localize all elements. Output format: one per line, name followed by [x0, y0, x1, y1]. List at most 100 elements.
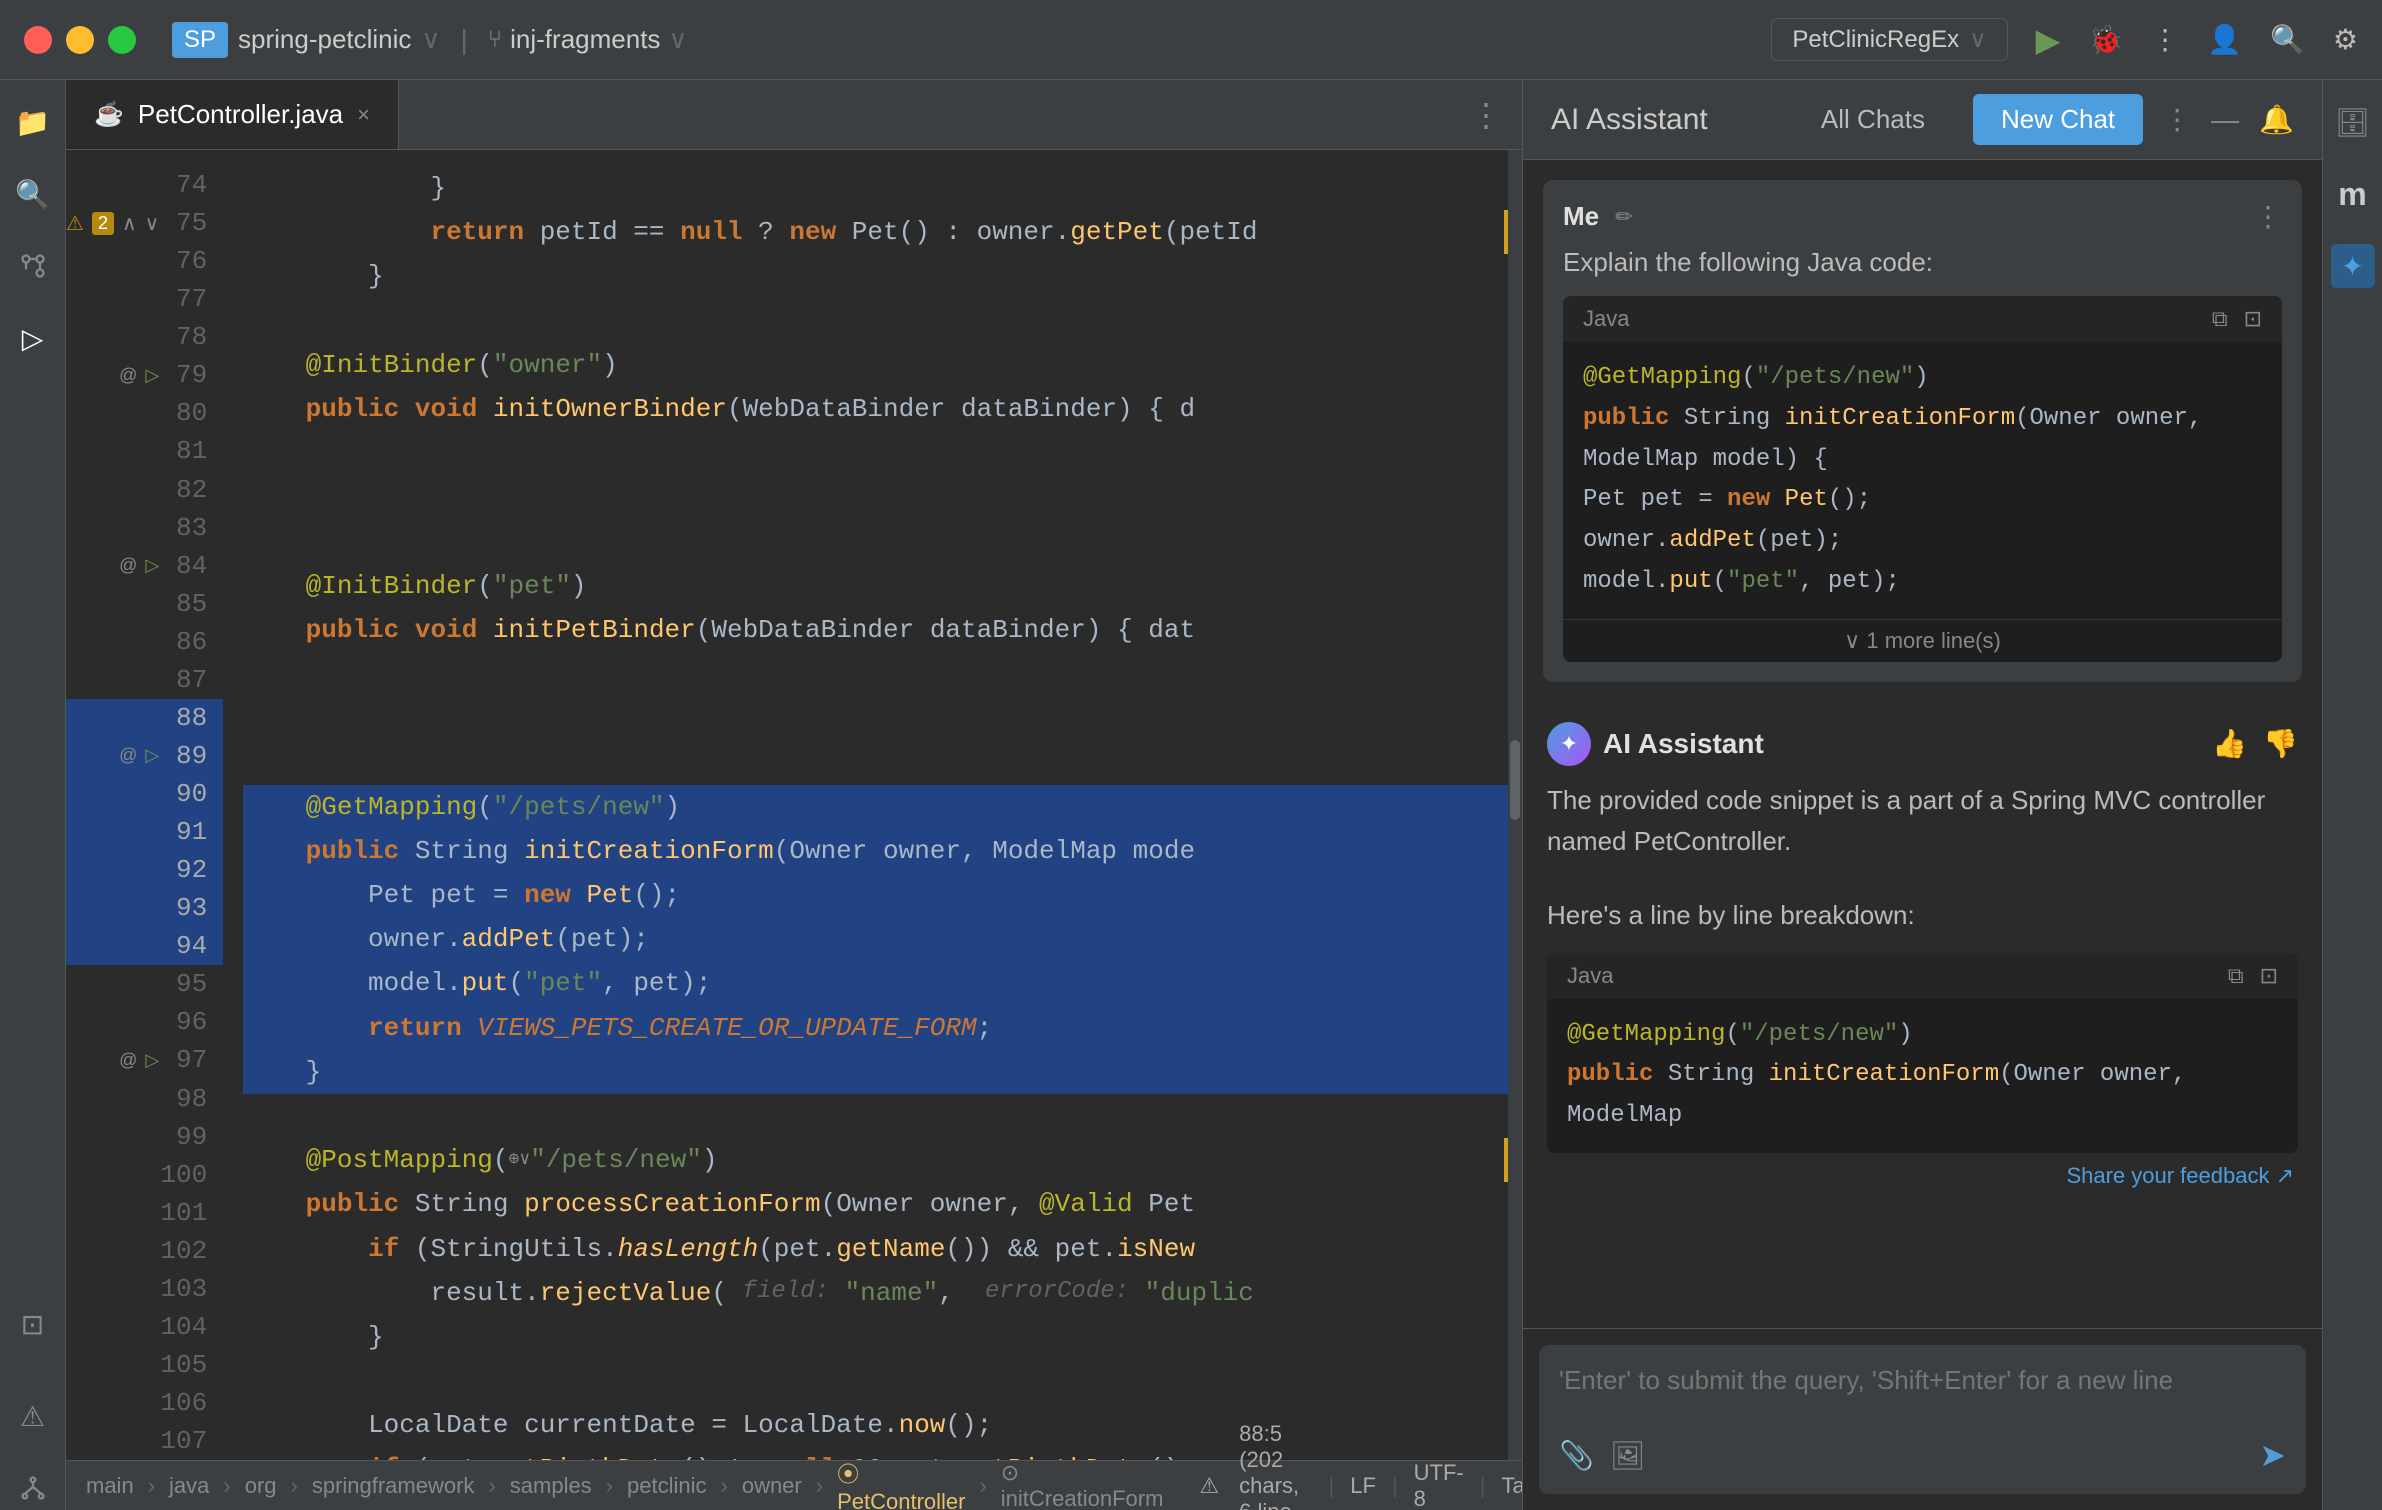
editor-scrollbar[interactable] [1508, 150, 1522, 1460]
minimize-button[interactable] [66, 26, 94, 54]
gutter-104: 104 [66, 1308, 223, 1346]
sidebar-folder-icon[interactable]: 📁 [11, 100, 55, 144]
search-icon[interactable]: 🔍 [2270, 23, 2305, 56]
gutter-86: 86 [66, 623, 223, 661]
sidebar-run-icon[interactable]: ▷ [11, 316, 55, 360]
all-chats-button[interactable]: All Chats [1793, 94, 1953, 145]
maximize-button[interactable] [108, 26, 136, 54]
code-line-77 [243, 299, 1508, 343]
ai-query-input[interactable] [1559, 1365, 2286, 1415]
gutter-107: 107 [66, 1422, 223, 1460]
right-panel-m-icon[interactable]: m [2331, 172, 2375, 216]
thumbs-up-icon[interactable]: 👍 [2212, 727, 2247, 760]
ai-notification-icon[interactable]: 🔔 [2259, 103, 2294, 136]
ai-logo: ✦ [1547, 722, 1591, 766]
breadcrumb-petcontroller: ⦿ PetController [837, 1457, 965, 1510]
response-expand-icon[interactable]: ⊡ [2260, 963, 2278, 989]
response-code-block: Java ⧉ ⊡ @GetMapping("/pets/new") public… [1547, 953, 2298, 1153]
branch-dropdown[interactable]: ∨ [668, 24, 687, 55]
run-arrow-79[interactable]: ▷ [145, 365, 159, 386]
run-config-dropdown: ∨ [1969, 25, 1987, 54]
project-label[interactable]: SP spring-petclinic ∨ [172, 22, 440, 58]
gutter-77: 77 [66, 280, 223, 318]
run-icon-97[interactable]: @ [119, 1050, 137, 1071]
response-code-block-actions[interactable]: ⧉ ⊡ [2228, 963, 2278, 989]
ai-more-button[interactable]: ⋮ [2163, 103, 2191, 136]
project-name: spring-petclinic [238, 24, 411, 55]
code-editor[interactable]: 74 ⚠ 2 ∧ ∨ 75 76 77 78 [66, 150, 1522, 1510]
tab-more-button[interactable]: ⋮ [1470, 96, 1502, 134]
breadcrumb-arrow-2: › [223, 1473, 230, 1499]
code-block-actions[interactable]: ⧉ ⊡ [2212, 306, 2262, 332]
run-icon-89[interactable]: @ [119, 745, 137, 766]
branch-label[interactable]: ⑂ inj-fragments ∨ [488, 24, 688, 55]
tab-close-button[interactable]: × [357, 102, 370, 128]
indent: Tab* [1501, 1473, 1522, 1499]
run-icon-84[interactable]: @ [119, 555, 137, 576]
breadcrumb-arrow-5: › [606, 1473, 613, 1499]
run-icon-79[interactable]: @ [119, 365, 137, 386]
window-controls[interactable] [24, 26, 136, 54]
response-copy-icon[interactable]: ⧉ [2228, 963, 2244, 989]
code-block-line-1: @GetMapping("/pets/new") [1583, 358, 2262, 399]
run-config[interactable]: PetClinicRegEx ∨ [1771, 18, 2007, 61]
ai-response-actions[interactable]: 👍 👎 [2212, 727, 2298, 760]
close-button[interactable] [24, 26, 52, 54]
profile-icon[interactable]: 👤 [2207, 23, 2242, 56]
gutter-90: 90 [66, 775, 223, 813]
active-tab[interactable]: ☕ PetController.java × [66, 80, 399, 149]
settings-icon[interactable]: ⚙ [2333, 23, 2358, 56]
gutter-103: 103 [66, 1270, 223, 1308]
warning-status: ⚠ [1189, 1471, 1229, 1501]
run-arrow-84[interactable]: ▷ [145, 555, 159, 576]
breadcrumb-arrow-6: › [721, 1473, 728, 1499]
ai-input-icons: 📎 🖼 [1559, 1439, 1645, 1472]
ai-send-button[interactable]: ➤ [2259, 1436, 2286, 1474]
gutter-79: @ ▷ 79 [66, 356, 223, 394]
code-line-92: model.put("pet", pet); [243, 961, 1508, 1005]
ai-input-actions: 📎 🖼 ➤ [1559, 1436, 2286, 1474]
thumbs-down-icon[interactable]: 👎 [2263, 727, 2298, 760]
run-button[interactable]: ▶ [2036, 21, 2061, 59]
new-chat-button[interactable]: New Chat [1973, 94, 2143, 145]
user-code-content: @GetMapping("/pets/new") public String i… [1563, 342, 2282, 619]
sidebar-problems-icon[interactable]: ⚠ [11, 1394, 55, 1438]
scroll-thumb[interactable] [1510, 740, 1520, 820]
sidebar-git-icon[interactable] [11, 1466, 55, 1510]
project-icon: SP [172, 22, 228, 58]
right-panel-database-icon[interactable]: 🗄 [2331, 100, 2375, 144]
sidebar-terminal-icon[interactable]: ⊡ [11, 1302, 55, 1346]
dropdown-arrow[interactable]: ∨ [421, 24, 440, 55]
code-line-79: public void initOwnerBinder(WebDataBinde… [243, 387, 1508, 431]
edit-icon[interactable]: ✏ [1615, 204, 1633, 230]
code-line-81 [243, 475, 1508, 519]
sidebar-search-icon[interactable]: 🔍 [11, 172, 55, 216]
code-block-line-4: Pet pet = new Pet(); [1583, 480, 2262, 521]
editor-content: 74 ⚠ 2 ∧ ∨ 75 76 77 78 [66, 150, 1522, 1460]
ai-panel-body[interactable]: Me ✏ ⋮ Explain the following Java code: … [1523, 160, 2322, 1328]
ai-header: AI Assistant All Chats New Chat ⋮ — 🔔 [1523, 80, 2322, 160]
copy-icon[interactable]: ⧉ [2212, 306, 2228, 332]
code-lines[interactable]: } return petId == null ? new Pet() : own… [223, 150, 1508, 1460]
separator: | [460, 24, 467, 56]
ai-response-main-text: The provided code snippet is a part of a… [1547, 785, 2265, 857]
more-icon[interactable]: ⋮ [2151, 23, 2179, 56]
attach-icon[interactable]: 📎 [1559, 1439, 1594, 1472]
breadcrumb-java: java [169, 1473, 209, 1499]
image-icon[interactable]: 🖼 [1610, 1439, 1646, 1472]
gutter-105: 105 [66, 1346, 223, 1384]
feedback-link[interactable]: Share your feedback ↗ [1547, 1153, 2298, 1199]
gutter-78: 78 [66, 318, 223, 356]
code-block-line-3: ModelMap model) { [1583, 440, 2262, 481]
code-line-96: @PostMapping(⊕∨"/pets/new") [243, 1138, 1508, 1182]
ai-minimize-button[interactable]: — [2211, 104, 2239, 136]
more-lines-indicator[interactable]: ∨ 1 more line(s) [1563, 619, 2282, 662]
run-arrow-97[interactable]: ▷ [145, 1050, 159, 1071]
debug-icon[interactable]: 🐞 [2088, 23, 2123, 56]
message-more-icon[interactable]: ⋮ [2254, 200, 2282, 233]
run-arrow-89[interactable]: ▷ [145, 745, 159, 766]
expand-icon[interactable]: ⊡ [2244, 306, 2262, 332]
gutter-97: @ ▷ 97 [66, 1041, 223, 1079]
right-panel-ai-icon[interactable]: ✦ [2331, 244, 2375, 288]
sidebar-vcs-icon[interactable] [11, 244, 55, 288]
